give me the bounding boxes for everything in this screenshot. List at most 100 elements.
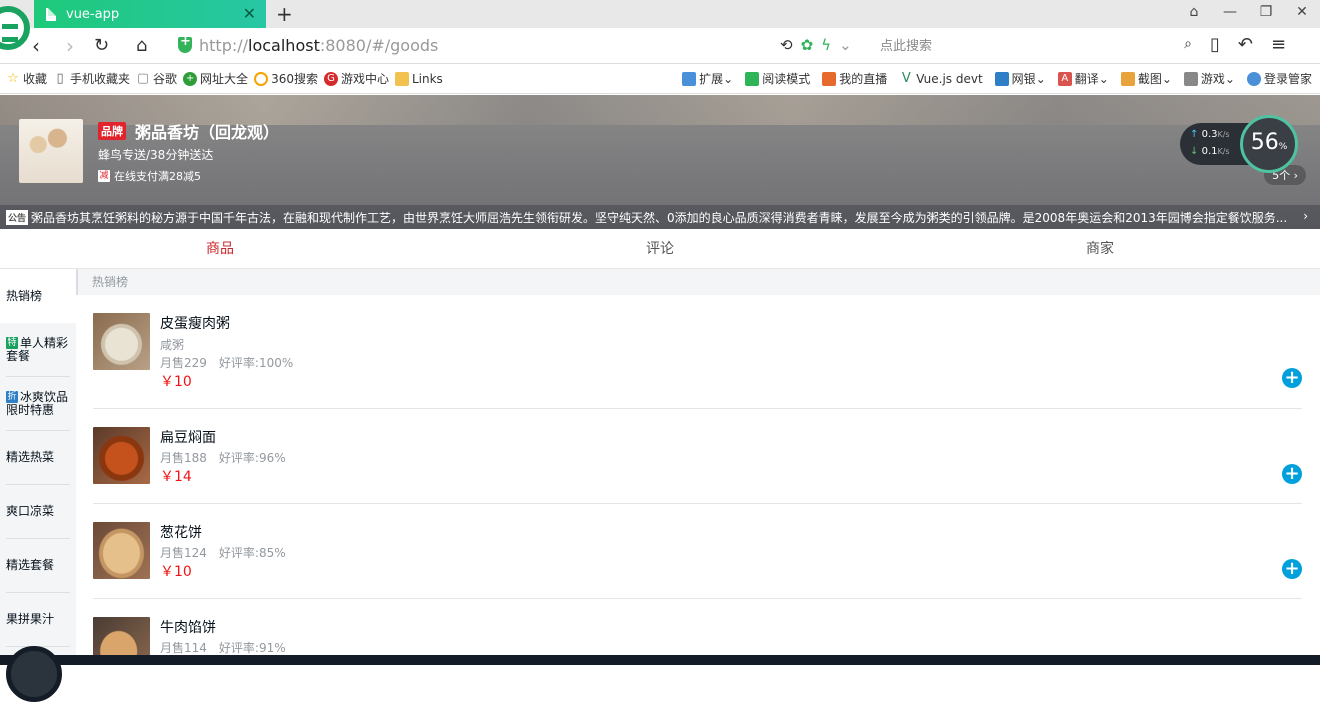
phone-icon[interactable]: ▯ — [1210, 34, 1220, 55]
bookmark-item[interactable]: 我的直播 — [822, 70, 887, 87]
network-speed-widget[interactable]: ↑ 0.3K/s ↓ 0.1K/s 56% — [1180, 115, 1300, 173]
undo-icon[interactable]: ↶ — [1238, 34, 1253, 55]
bulletin-text: 粥品香坊其烹饪粥料的秘方源于中国千年古法，在融和现代制作工艺，由世界烹饪大师屈浩… — [31, 210, 1288, 225]
bookmark-item[interactable]: 截图 ⌄ — [1120, 70, 1172, 87]
back-button[interactable]: ‹ — [32, 34, 40, 58]
food-price: ￥10 — [160, 564, 192, 580]
book-icon — [745, 71, 760, 86]
menu-item-juice[interactable]: 果拼果汁 — [0, 593, 76, 647]
bookmark-item[interactable]: 扩展 ⌄ — [682, 70, 733, 87]
search-icon[interactable]: ⌕ — [1184, 36, 1192, 52]
bookmark-label: Links — [411, 71, 443, 86]
menu-item-sets[interactable]: 精选套餐 — [0, 539, 76, 593]
new-tab-button[interactable]: + — [276, 2, 293, 26]
menu-sidebar: 热销榜 特单人精彩套餐 折冰爽饮品限时特惠 精选热菜 爽口凉菜 精选套餐 果拼果… — [0, 269, 76, 665]
food-sell-count: 月售229 — [160, 356, 207, 370]
maximize-button[interactable]: ❐ — [1258, 4, 1274, 20]
food-name: 牛肉馅饼 — [160, 620, 216, 636]
memory-gauge: 56% — [1240, 115, 1298, 173]
bookmark-label: 谷歌 — [153, 72, 178, 86]
food-extra: 月售124 好评率:85% — [160, 544, 286, 561]
game-icon: G — [323, 71, 338, 86]
menu-item-drinks[interactable]: 折冰爽饮品限时特惠 — [0, 377, 76, 431]
menu-icon[interactable]: ≡ — [1271, 34, 1286, 55]
bookmark-item[interactable]: Links — [394, 71, 443, 86]
search-input[interactable] — [872, 34, 1152, 58]
360-icon — [254, 71, 269, 86]
minimize-button[interactable]: — — [1222, 4, 1238, 20]
bookmark-item[interactable]: ☆ 收藏 — [6, 70, 47, 87]
clover-icon[interactable]: ✿ — [801, 36, 814, 54]
lightning-icon[interactable]: ϟ — [821, 36, 831, 54]
tab-goods[interactable]: 商品 — [0, 229, 440, 268]
forward-button[interactable]: › — [66, 34, 74, 58]
sync-icon[interactable]: ⟲ — [780, 36, 793, 54]
tv-icon — [822, 71, 837, 86]
globe-icon: + — [183, 71, 198, 86]
bookmark-item[interactable]: ▯ 手机收藏夹 — [53, 70, 130, 87]
menu-item-hot-dishes[interactable]: 精选热菜 — [0, 431, 76, 485]
food-sell-count: 月售188 — [160, 451, 207, 465]
food-name: 扁豆焖面 — [160, 430, 216, 446]
cart-icon[interactable] — [6, 646, 62, 702]
download-speed: 0.1 — [1201, 146, 1218, 157]
memory-percent: 56 — [1250, 130, 1279, 155]
menu-item-text: 折冰爽饮品限时特惠 — [6, 390, 70, 417]
bookmark-item[interactable]: A 翻译 ⌄ — [1057, 70, 1109, 87]
add-to-cart-button[interactable]: + — [1282, 464, 1302, 484]
food-rating: 好评率:96% — [218, 451, 286, 465]
food-extra: 月售114 好评率:91% — [160, 639, 286, 656]
skin-icon[interactable]: ⌂ — [1186, 4, 1202, 20]
bookmarks-bar: ☆ 收藏 ▯ 手机收藏夹 ▢ 谷歌 + 网址大全 360搜索 G 游戏中心 Links 扩… — [0, 64, 1320, 94]
bookmark-label: 网银 — [1011, 72, 1036, 86]
menu-item-label: 精选套餐 — [6, 558, 55, 572]
food-extra: 月售229 好评率:100% — [160, 354, 293, 371]
close-window-button[interactable]: ✕ — [1294, 4, 1310, 20]
food-price: ￥14 — [160, 469, 192, 485]
tab-seller[interactable]: 商家 — [880, 229, 1320, 268]
bookmark-item[interactable]: 网银 ⌄ — [994, 70, 1046, 87]
bookmark-item[interactable]: ▢ 谷歌 — [136, 70, 177, 87]
food-rating: 好评率:100% — [218, 356, 294, 370]
menu-item-hot[interactable]: 热销榜 — [0, 269, 76, 323]
food-item[interactable]: 葱花饼 月售124 好评率:85% ￥10 + — [93, 504, 1302, 599]
menu-item-label: 精选热菜 — [6, 450, 55, 464]
menu-item-single[interactable]: 特单人精彩套餐 — [0, 323, 76, 377]
bookmark-label: 登录管家 — [1263, 72, 1312, 86]
dropdown-icon[interactable]: ⌄ — [839, 36, 852, 54]
bookmark-item[interactable]: + 网址大全 — [183, 70, 248, 87]
food-list: 热销榜 皮蛋瘦肉粥 咸粥 月售229 好评率:100% ￥10 + 扁豆焖面 月售… — [76, 269, 1320, 665]
address-icons: ⟲ ✿ ϟ ⌄ — [780, 36, 852, 54]
browser-navbar: ‹ › ↻ ⌂ http://localhost:8080/#/goods ⟲ … — [0, 28, 1320, 64]
bookmark-item[interactable]: G 游戏中心 — [323, 70, 389, 87]
bookmark-item[interactable]: 登录管家 — [1246, 70, 1312, 87]
bookmark-item[interactable]: V Vue.js devt — [899, 70, 983, 87]
food-item[interactable]: 皮蛋瘦肉粥 咸粥 月售229 好评率:100% ￥10 + — [93, 295, 1302, 409]
menu-item-cold-dishes[interactable]: 爽口凉菜 — [0, 485, 76, 539]
bookmark-label: 翻译 — [1074, 72, 1099, 86]
nav-right-tools: ▯ ↶ ≡ — [1210, 34, 1286, 55]
food-price: ￥10 — [160, 374, 192, 390]
folder-icon — [394, 71, 409, 86]
bookmark-label: 手机收藏夹 — [70, 72, 131, 86]
tab-close-icon[interactable]: ✕ — [243, 4, 256, 23]
address-bar[interactable]: http://localhost:8080/#/goods — [199, 36, 438, 55]
bookmark-label: 阅读模式 — [762, 72, 811, 86]
bookmark-item[interactable]: 360搜索 — [254, 70, 318, 87]
bookmark-item[interactable]: 游戏 ⌄ — [1183, 70, 1235, 87]
browser-tab-active[interactable]: vue-app ✕ — [34, 0, 266, 28]
download-arrow-icon: ↓ — [1190, 146, 1199, 157]
bookmark-item[interactable]: 阅读模式 — [745, 70, 810, 87]
vue-icon: V — [901, 70, 911, 86]
food-item[interactable]: 扁豆焖面 月售188 好评率:96% ￥14 + — [93, 409, 1302, 504]
tab-title: vue-app — [66, 6, 120, 22]
reload-button[interactable]: ↻ — [94, 35, 109, 56]
bulletin-bar[interactable]: 公告 粥品香坊其烹饪粥料的秘方源于中国千年古法，在融和现代制作工艺，由世界烹饪大… — [0, 205, 1320, 229]
home-button[interactable]: ⌂ — [136, 35, 147, 56]
add-to-cart-button[interactable]: + — [1282, 368, 1302, 388]
food-image — [93, 522, 150, 579]
tab-ratings[interactable]: 评论 — [440, 229, 880, 268]
add-to-cart-button[interactable]: + — [1282, 559, 1302, 579]
bookmark-label: 游戏中心 — [340, 72, 389, 86]
search-box: ⌕ — [872, 34, 1202, 58]
